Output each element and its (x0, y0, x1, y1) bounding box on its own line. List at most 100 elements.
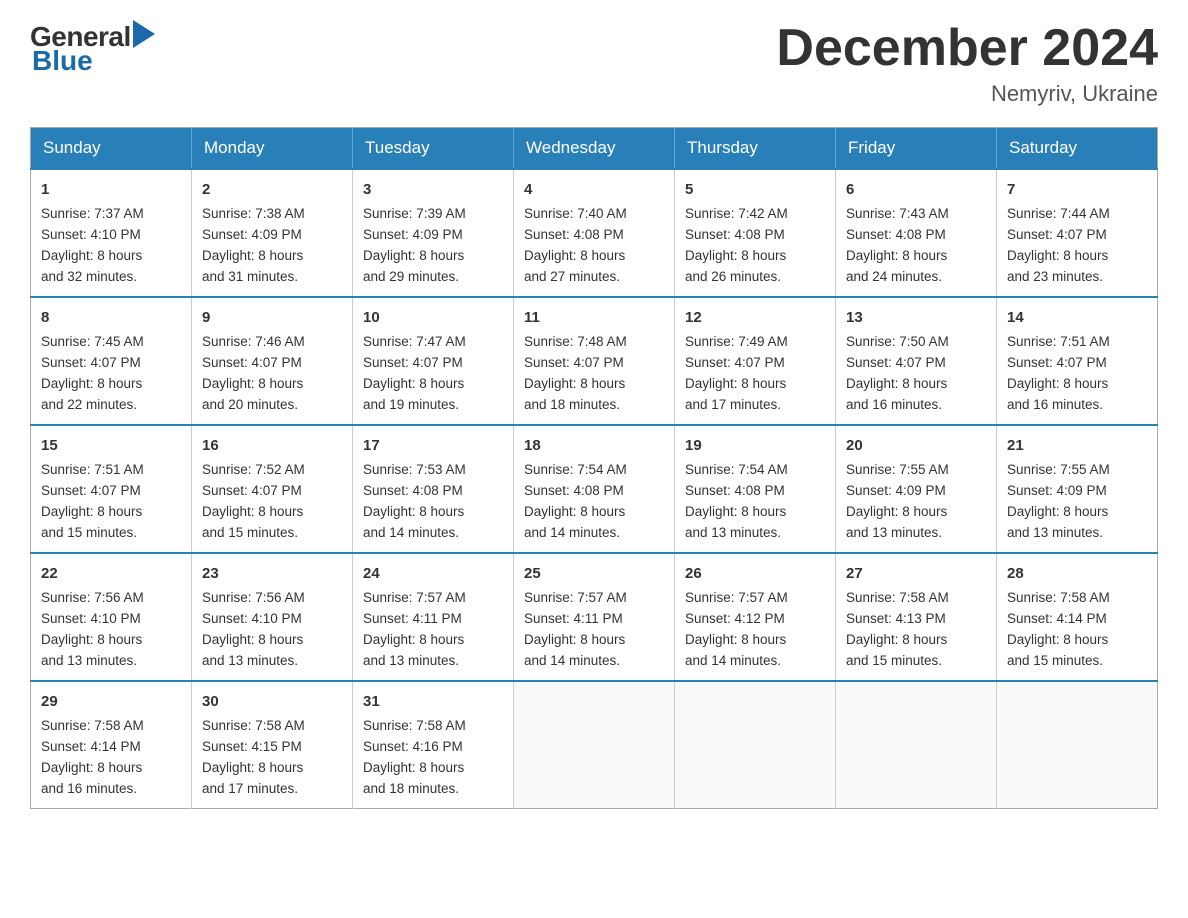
table-row (514, 681, 675, 808)
sunset-label: Sunset: 4:07 PM (41, 483, 141, 498)
sunset-label: Sunset: 4:08 PM (685, 227, 785, 242)
table-row: 1 Sunrise: 7:37 AM Sunset: 4:10 PM Dayli… (31, 169, 192, 297)
daylight-minutes: and 31 minutes. (202, 269, 298, 284)
daylight-minutes: and 13 minutes. (685, 525, 781, 540)
table-row: 18 Sunrise: 7:54 AM Sunset: 4:08 PM Dayl… (514, 425, 675, 553)
day-number: 21 (1007, 434, 1147, 457)
daylight-label: Daylight: 8 hours (363, 248, 464, 263)
daylight-minutes: and 15 minutes. (41, 525, 137, 540)
table-row: 12 Sunrise: 7:49 AM Sunset: 4:07 PM Dayl… (675, 297, 836, 425)
sunrise-label: Sunrise: 7:57 AM (524, 590, 627, 605)
calendar-week-row: 1 Sunrise: 7:37 AM Sunset: 4:10 PM Dayli… (31, 169, 1158, 297)
sunset-label: Sunset: 4:11 PM (524, 611, 623, 626)
sunrise-label: Sunrise: 7:42 AM (685, 206, 788, 221)
header-monday: Monday (192, 128, 353, 170)
table-row: 9 Sunrise: 7:46 AM Sunset: 4:07 PM Dayli… (192, 297, 353, 425)
sunrise-label: Sunrise: 7:38 AM (202, 206, 305, 221)
table-row: 8 Sunrise: 7:45 AM Sunset: 4:07 PM Dayli… (31, 297, 192, 425)
daylight-label: Daylight: 8 hours (202, 632, 303, 647)
logo-blue-text: Blue (32, 45, 93, 77)
day-number: 18 (524, 434, 664, 457)
daylight-label: Daylight: 8 hours (1007, 632, 1108, 647)
header-saturday: Saturday (997, 128, 1158, 170)
sunrise-label: Sunrise: 7:44 AM (1007, 206, 1110, 221)
sunset-label: Sunset: 4:15 PM (202, 739, 302, 754)
sunrise-label: Sunrise: 7:46 AM (202, 334, 305, 349)
table-row: 24 Sunrise: 7:57 AM Sunset: 4:11 PM Dayl… (353, 553, 514, 681)
day-number: 25 (524, 562, 664, 585)
sunset-label: Sunset: 4:10 PM (202, 611, 302, 626)
sunset-label: Sunset: 4:07 PM (1007, 355, 1107, 370)
daylight-label: Daylight: 8 hours (41, 760, 142, 775)
daylight-label: Daylight: 8 hours (41, 504, 142, 519)
day-number: 15 (41, 434, 181, 457)
daylight-label: Daylight: 8 hours (846, 248, 947, 263)
day-number: 6 (846, 178, 986, 201)
calendar-table: Sunday Monday Tuesday Wednesday Thursday… (30, 127, 1158, 809)
daylight-label: Daylight: 8 hours (846, 504, 947, 519)
daylight-label: Daylight: 8 hours (202, 504, 303, 519)
table-row: 21 Sunrise: 7:55 AM Sunset: 4:09 PM Dayl… (997, 425, 1158, 553)
weekday-header-row: Sunday Monday Tuesday Wednesday Thursday… (31, 128, 1158, 170)
table-row: 19 Sunrise: 7:54 AM Sunset: 4:08 PM Dayl… (675, 425, 836, 553)
sunset-label: Sunset: 4:07 PM (41, 355, 141, 370)
day-number: 20 (846, 434, 986, 457)
calendar-week-row: 15 Sunrise: 7:51 AM Sunset: 4:07 PM Dayl… (31, 425, 1158, 553)
sunset-label: Sunset: 4:09 PM (202, 227, 302, 242)
day-number: 23 (202, 562, 342, 585)
day-number: 4 (524, 178, 664, 201)
table-row: 13 Sunrise: 7:50 AM Sunset: 4:07 PM Dayl… (836, 297, 997, 425)
daylight-label: Daylight: 8 hours (41, 248, 142, 263)
daylight-label: Daylight: 8 hours (1007, 376, 1108, 391)
table-row: 31 Sunrise: 7:58 AM Sunset: 4:16 PM Dayl… (353, 681, 514, 808)
sunrise-label: Sunrise: 7:43 AM (846, 206, 949, 221)
daylight-label: Daylight: 8 hours (685, 632, 786, 647)
sunset-label: Sunset: 4:08 PM (363, 483, 463, 498)
table-row: 26 Sunrise: 7:57 AM Sunset: 4:12 PM Dayl… (675, 553, 836, 681)
calendar-week-row: 8 Sunrise: 7:45 AM Sunset: 4:07 PM Dayli… (31, 297, 1158, 425)
sunrise-label: Sunrise: 7:58 AM (846, 590, 949, 605)
daylight-label: Daylight: 8 hours (685, 504, 786, 519)
sunrise-label: Sunrise: 7:47 AM (363, 334, 466, 349)
day-number: 16 (202, 434, 342, 457)
table-row: 5 Sunrise: 7:42 AM Sunset: 4:08 PM Dayli… (675, 169, 836, 297)
sunrise-label: Sunrise: 7:45 AM (41, 334, 144, 349)
sunrise-label: Sunrise: 7:50 AM (846, 334, 949, 349)
logo-triangle-icon (133, 20, 155, 48)
day-number: 28 (1007, 562, 1147, 585)
sunrise-label: Sunrise: 7:52 AM (202, 462, 305, 477)
daylight-label: Daylight: 8 hours (1007, 504, 1108, 519)
table-row: 4 Sunrise: 7:40 AM Sunset: 4:08 PM Dayli… (514, 169, 675, 297)
sunset-label: Sunset: 4:08 PM (685, 483, 785, 498)
header-thursday: Thursday (675, 128, 836, 170)
table-row: 11 Sunrise: 7:48 AM Sunset: 4:07 PM Dayl… (514, 297, 675, 425)
day-number: 2 (202, 178, 342, 201)
day-number: 29 (41, 690, 181, 713)
daylight-minutes: and 15 minutes. (202, 525, 298, 540)
daylight-label: Daylight: 8 hours (524, 248, 625, 263)
table-row (836, 681, 997, 808)
daylight-minutes: and 22 minutes. (41, 397, 137, 412)
sunset-label: Sunset: 4:07 PM (202, 355, 302, 370)
sunset-label: Sunset: 4:07 PM (524, 355, 624, 370)
title-area: December 2024 Nemyriv, Ukraine (776, 20, 1158, 107)
header-wednesday: Wednesday (514, 128, 675, 170)
daylight-minutes: and 14 minutes. (524, 525, 620, 540)
table-row: 7 Sunrise: 7:44 AM Sunset: 4:07 PM Dayli… (997, 169, 1158, 297)
daylight-label: Daylight: 8 hours (363, 632, 464, 647)
sunrise-label: Sunrise: 7:55 AM (1007, 462, 1110, 477)
daylight-label: Daylight: 8 hours (202, 248, 303, 263)
day-number: 9 (202, 306, 342, 329)
daylight-minutes: and 27 minutes. (524, 269, 620, 284)
daylight-minutes: and 14 minutes. (363, 525, 459, 540)
table-row: 17 Sunrise: 7:53 AM Sunset: 4:08 PM Dayl… (353, 425, 514, 553)
day-number: 24 (363, 562, 503, 585)
table-row: 2 Sunrise: 7:38 AM Sunset: 4:09 PM Dayli… (192, 169, 353, 297)
sunrise-label: Sunrise: 7:51 AM (41, 462, 144, 477)
table-row: 6 Sunrise: 7:43 AM Sunset: 4:08 PM Dayli… (836, 169, 997, 297)
header-friday: Friday (836, 128, 997, 170)
daylight-minutes: and 20 minutes. (202, 397, 298, 412)
daylight-label: Daylight: 8 hours (524, 504, 625, 519)
sunrise-label: Sunrise: 7:53 AM (363, 462, 466, 477)
daylight-minutes: and 13 minutes. (1007, 525, 1103, 540)
